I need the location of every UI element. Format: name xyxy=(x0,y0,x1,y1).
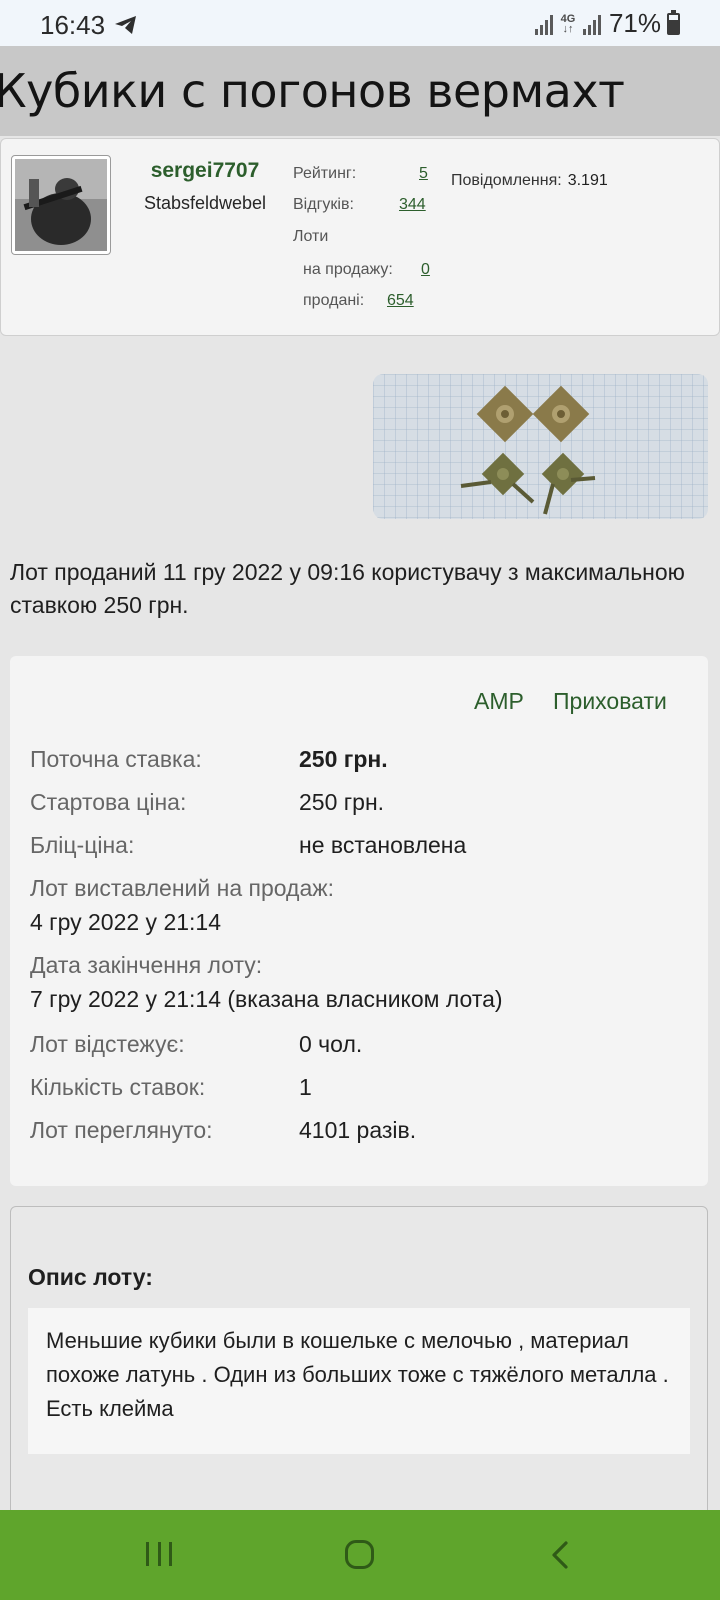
seller-card: sergei7707 Stabsfeldwebel Рейтинг: 5 Від… xyxy=(0,138,720,336)
messages-count: Повідомлення: 3.191 xyxy=(451,172,608,190)
avatar-image xyxy=(15,159,107,251)
end-date-label: Дата закінчення лоту: xyxy=(30,952,263,978)
sold-notice: Лот проданий 11 гру 2022 у 09:16 користу… xyxy=(10,559,685,618)
seller-rank: Stabsfeldwebel xyxy=(143,193,267,213)
navigation-bar xyxy=(0,1510,720,1600)
network-4g-icon: 4G ↓↑ xyxy=(560,12,576,35)
reviews-label: Відгуків: xyxy=(293,196,354,213)
amp-link[interactable]: AMP xyxy=(474,688,524,715)
description-text: Меньшие кубики были в кошельке с мелочью… xyxy=(28,1308,690,1454)
for-sale-label: на продажу: xyxy=(303,261,393,278)
messages-value: 3.191 xyxy=(567,172,608,189)
network-type: 4G xyxy=(560,12,576,25)
blitz-price-label: Бліц-ціна: xyxy=(30,832,135,858)
current-bid-label: Поточна ставка: xyxy=(30,746,202,772)
end-date-value: 7 гру 2022 у 21:14 (вказана власником ло… xyxy=(30,986,503,1012)
status-time: 16:43 xyxy=(40,10,106,40)
recent-apps-icon[interactable] xyxy=(146,1542,172,1566)
back-icon[interactable] xyxy=(548,1540,574,1570)
battery-percent: 71% xyxy=(608,8,661,38)
current-bid-value: 250 грн. xyxy=(299,746,388,772)
watching-label: Лот відстежує: xyxy=(30,1031,185,1057)
seller-username[interactable]: sergei7707 xyxy=(131,159,279,183)
sold-link[interactable]: 654 xyxy=(387,292,414,309)
blitz-price-value: не встановлена xyxy=(299,832,467,858)
signal-icon xyxy=(582,13,601,35)
start-price-label: Стартова ціна: xyxy=(30,789,187,815)
home-icon[interactable] xyxy=(345,1540,374,1569)
views-label: Лот переглянуто: xyxy=(30,1117,213,1143)
rating-label: Рейтинг: xyxy=(293,165,357,182)
watching-value: 0 чол. xyxy=(299,1031,363,1057)
hide-link[interactable]: Приховати xyxy=(553,688,667,715)
avatar[interactable] xyxy=(11,155,111,255)
page-title: Кубики с погонов вермахт xyxy=(0,64,625,118)
lot-image[interactable] xyxy=(373,374,708,519)
status-icons: 4G ↓↑ 71% xyxy=(534,8,680,39)
bids-count-value: 1 xyxy=(299,1074,312,1100)
title-bar: Кубики с погонов вермахт xyxy=(0,46,720,136)
reviews-link[interactable]: 344 xyxy=(399,196,426,213)
messages-label: Повідомлення: xyxy=(451,172,562,189)
bids-count-label: Кількість ставок: xyxy=(30,1074,206,1100)
listed-value: 4 гру 2022 у 21:14 xyxy=(30,909,221,935)
rating-link[interactable]: 5 xyxy=(419,165,428,182)
telegram-icon xyxy=(115,16,136,34)
battery-icon xyxy=(667,9,680,35)
description-heading: Опис лоту: xyxy=(28,1264,153,1290)
lots-label: Лоти xyxy=(293,228,329,245)
lot-photo xyxy=(373,374,708,519)
signal-icon xyxy=(534,13,553,35)
status-bar: 16:43 4G ↓↑ 71% xyxy=(0,0,720,46)
start-price-value: 250 грн. xyxy=(299,789,385,815)
for-sale-link[interactable]: 0 xyxy=(421,261,430,278)
listed-label: Лот виставлений на продаж: xyxy=(30,875,335,901)
views-value: 4101 разів. xyxy=(299,1117,417,1143)
sold-label: продані: xyxy=(303,292,365,309)
